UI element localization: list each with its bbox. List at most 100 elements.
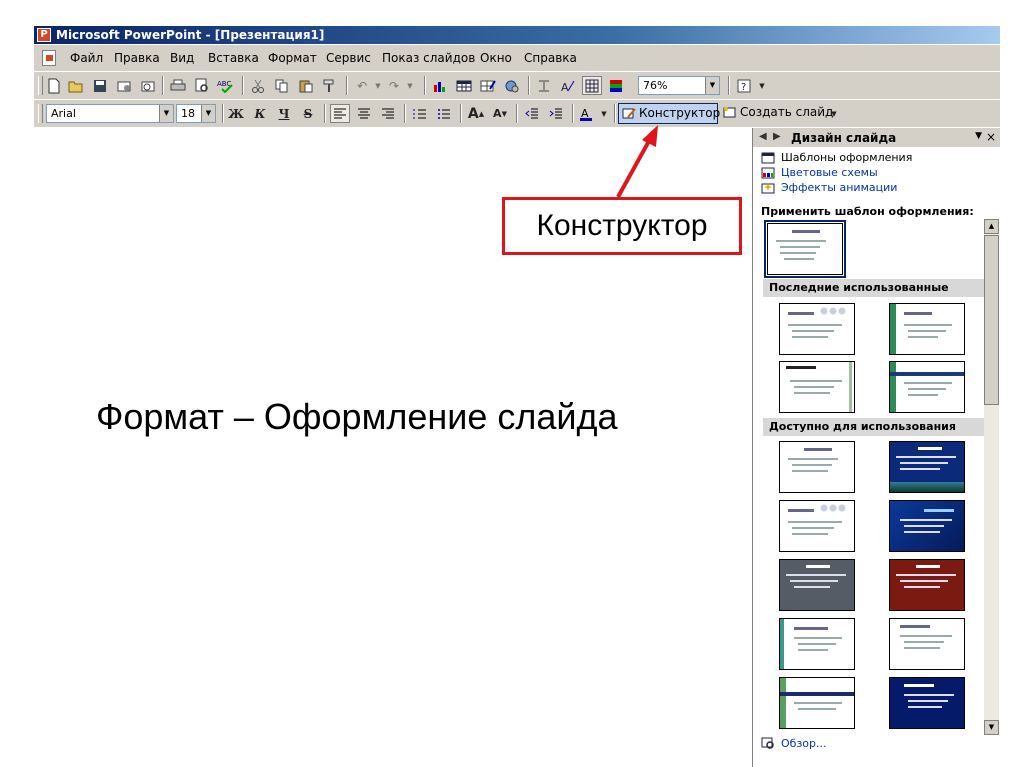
menu-slide-show[interactable]: Показ слайдов — [382, 51, 475, 65]
browse-link[interactable]: Обзор... — [761, 737, 827, 750]
align-right-icon[interactable] — [378, 104, 398, 123]
forward-icon[interactable]: ▶ — [773, 131, 781, 142]
bullets-icon[interactable] — [434, 104, 454, 123]
toolbar-options-icon[interactable]: ▼ — [824, 104, 844, 123]
scroll-thumb[interactable] — [984, 235, 999, 405]
color-grayscale-icon[interactable] — [606, 76, 626, 95]
email-icon[interactable] — [138, 76, 158, 95]
new-slide-button[interactable]: Создать слайд — [720, 103, 834, 124]
toolbar-options-icon[interactable]: ▼ — [752, 76, 772, 95]
toolbar-separator — [572, 104, 574, 123]
template-thumbnail[interactable] — [889, 618, 965, 670]
design-templates-link[interactable]: Шаблоны оформления — [761, 151, 912, 164]
design-button[interactable]: Конструктор — [618, 103, 720, 124]
italic-button[interactable]: К — [250, 104, 270, 123]
align-center-icon[interactable] — [354, 104, 374, 123]
toolbar-grip[interactable] — [38, 104, 43, 123]
task-pane-scrollbar[interactable]: ▲ ▼ — [984, 219, 999, 735]
menu-file[interactable]: Файл — [70, 51, 103, 65]
help-icon[interactable]: ? — [734, 76, 754, 95]
browse-label: Обзор... — [781, 737, 827, 750]
decrease-font-icon[interactable]: A ▼ — [490, 104, 510, 123]
menu-tools[interactable]: Сервис — [326, 51, 371, 65]
zoom-combo[interactable]: 76% ▼ — [638, 76, 720, 95]
toolbar-separator — [728, 76, 730, 95]
template-thumbnail[interactable] — [889, 559, 965, 611]
template-thumbnail[interactable] — [779, 559, 855, 611]
menu-edit[interactable]: Правка — [114, 51, 160, 65]
chevron-down-icon[interactable]: ▼ — [975, 131, 982, 141]
expand-icon[interactable] — [534, 76, 554, 95]
color-schemes-link[interactable]: Цветовые схемы — [761, 166, 878, 179]
redo-dropdown-icon[interactable]: ▼ — [400, 76, 420, 95]
cut-icon[interactable] — [248, 76, 268, 95]
toolbar-separator — [614, 104, 616, 123]
animation-schemes-link[interactable]: Эффекты анимации — [761, 181, 897, 194]
bold-button[interactable]: Ж — [226, 104, 246, 123]
task-pane-header: ◀ ▶ Дизайн слайда ▼ × — [753, 128, 1000, 147]
print-icon[interactable] — [168, 76, 188, 95]
menu-help[interactable]: Справка — [524, 51, 577, 65]
insert-table-icon[interactable] — [454, 76, 474, 95]
increase-indent-icon[interactable] — [546, 104, 566, 123]
template-thumbnail[interactable] — [889, 441, 965, 493]
powerpoint-app-icon[interactable]: P — [37, 28, 51, 42]
browse-icon — [761, 737, 774, 749]
scroll-down-icon[interactable]: ▼ — [984, 720, 999, 735]
template-thumbnail[interactable] — [779, 361, 855, 413]
menu-format[interactable]: Формат — [268, 51, 317, 65]
chevron-down-icon[interactable]: ▼ — [705, 77, 719, 94]
main-caption: Формат – Оформление слайда — [96, 396, 618, 437]
open-icon[interactable] — [66, 76, 86, 95]
template-thumbnail[interactable] — [889, 677, 965, 729]
scroll-up-icon[interactable]: ▲ — [984, 219, 999, 234]
template-thumbnail-current[interactable] — [764, 220, 846, 278]
increase-font-icon[interactable]: A ▲ — [466, 104, 486, 123]
show-formatting-icon[interactable]: A — [558, 76, 578, 95]
font-color-icon[interactable]: A — [576, 104, 596, 123]
print-preview-icon[interactable] — [192, 76, 212, 95]
underline-button[interactable]: Ч — [274, 104, 294, 123]
zoom-value: 76% — [643, 79, 668, 92]
copy-icon[interactable] — [272, 76, 292, 95]
spelling-icon[interactable]: ABC — [216, 76, 236, 95]
section-available: Доступно для использования — [763, 418, 985, 436]
save-icon[interactable] — [90, 76, 110, 95]
insert-hyperlink-icon[interactable] — [502, 76, 522, 95]
back-icon[interactable]: ◀ — [759, 131, 767, 142]
tables-borders-icon[interactable] — [478, 76, 498, 95]
template-thumbnail[interactable] — [889, 303, 965, 355]
template-gallery: Последние использованные Доступно для ис… — [763, 219, 999, 735]
template-thumbnail[interactable] — [779, 441, 855, 493]
template-thumbnail[interactable] — [779, 677, 855, 729]
align-left-icon[interactable] — [330, 104, 350, 123]
template-thumbnail[interactable] — [779, 500, 855, 552]
new-slide-button-label: Создать слайд — [740, 105, 834, 119]
insert-chart-icon[interactable] — [430, 76, 450, 95]
paste-icon[interactable] — [296, 76, 316, 95]
menu-window[interactable]: Окно — [480, 51, 512, 65]
template-thumbnail[interactable] — [889, 361, 965, 413]
grid-icon[interactable] — [582, 76, 602, 95]
shadow-button[interactable]: S — [298, 104, 318, 123]
template-thumbnail[interactable] — [889, 500, 965, 552]
chevron-down-icon[interactable]: ▼ — [159, 105, 173, 122]
template-thumbnail[interactable] — [779, 303, 855, 355]
permission-icon[interactable] — [114, 76, 134, 95]
font-combo[interactable]: Arial ▼ — [46, 104, 174, 123]
new-icon[interactable] — [44, 76, 64, 95]
font-color-dropdown-icon[interactable]: ▼ — [594, 104, 614, 123]
document-icon[interactable] — [42, 50, 56, 66]
font-size-combo[interactable]: 18 ▼ — [176, 104, 216, 123]
chevron-down-icon[interactable]: ▼ — [201, 105, 215, 122]
numbering-icon[interactable] — [410, 104, 430, 123]
toolbar-grip[interactable] — [38, 76, 43, 95]
decrease-indent-icon[interactable] — [522, 104, 542, 123]
menu-insert[interactable]: Вставка — [208, 51, 259, 65]
template-thumbnail[interactable] — [779, 618, 855, 670]
menu-view[interactable]: Вид — [170, 51, 194, 65]
toolbar-separator — [516, 104, 518, 123]
formatting-toolbar: Arial ▼ 18 ▼ Ж К Ч S A ▲ A ▼ A ▼ Конструкт… — [34, 100, 1000, 127]
close-icon[interactable]: × — [986, 130, 996, 144]
format-painter-icon[interactable] — [320, 76, 340, 95]
